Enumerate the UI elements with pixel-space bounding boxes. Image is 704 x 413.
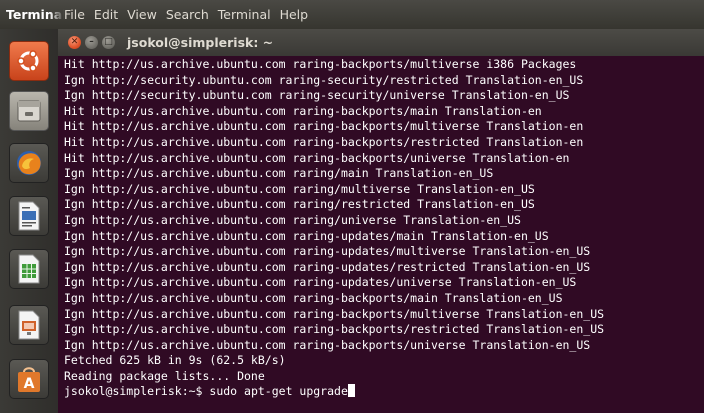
maximize-button[interactable]: □ (102, 36, 115, 49)
close-button[interactable]: ✕ (68, 36, 81, 49)
launcher-software-center[interactable]: A (9, 359, 49, 399)
terminal-line: Ign http://us.archive.ubuntu.com raring-… (64, 337, 591, 352)
terminal-line: Fetched 625 kB in 9s (62.5 kB/s) (64, 353, 286, 368)
desktop: Terminal File Edit View Search Terminal … (0, 0, 704, 413)
impress-icon (18, 310, 40, 340)
menu-file[interactable]: File (64, 7, 85, 22)
launcher-calc[interactable] (9, 249, 49, 289)
terminal-line: Hit http://us.archive.ubuntu.com raring-… (64, 103, 542, 118)
app-name: Terminal (6, 7, 64, 22)
launcher-writer[interactable] (9, 196, 49, 236)
menu-help[interactable]: Help (280, 7, 309, 22)
terminal-line: Hit http://us.archive.ubuntu.com raring-… (64, 134, 584, 149)
terminal-line: Hit http://us.archive.ubuntu.com raring-… (64, 150, 570, 165)
launcher-firefox[interactable] (9, 143, 49, 183)
window-titlebar[interactable]: ✕ – □ jsokol@simplerisk: ~ (58, 29, 704, 56)
shell-prompt: jsokol@simplerisk:~$ (64, 384, 210, 399)
command-input[interactable]: sudo apt-get upgrade (209, 384, 347, 398)
terminal-line: Ign http://us.archive.ubuntu.com raring-… (64, 306, 605, 321)
terminal-line: Ign http://us.archive.ubuntu.com raring-… (64, 228, 549, 243)
writer-icon (18, 201, 40, 231)
menu-terminal[interactable]: Terminal (218, 7, 271, 22)
prompt-line[interactable]: jsokol@simplerisk:~$ sudo apt-get upgrad… (64, 384, 704, 400)
terminal-line: Hit http://us.archive.ubuntu.com raring-… (64, 57, 577, 71)
terminal-line: Ign http://security.ubuntu.com raring-se… (64, 72, 584, 87)
terminal-line: Ign http://us.archive.ubuntu.com raring/… (64, 197, 535, 212)
terminal-line: Reading package lists... Done (64, 368, 265, 383)
terminal-line: Ign http://security.ubuntu.com raring-se… (64, 88, 570, 103)
terminal-line: Ign http://us.archive.ubuntu.com raring/… (64, 166, 494, 181)
launcher-files[interactable] (9, 91, 49, 131)
terminal-line: Ign http://us.archive.ubuntu.com raring-… (64, 244, 591, 259)
terminal-window[interactable]: ✕ – □ jsokol@simplerisk: ~ Hit http://us… (58, 29, 704, 413)
ubuntu-dash-icon (17, 50, 39, 72)
window-title: jsokol@simplerisk: ~ (127, 35, 274, 50)
terminal-line: Ign http://us.archive.ubuntu.com raring-… (64, 322, 605, 337)
calc-icon (18, 254, 40, 284)
terminal-line: Ign http://us.archive.ubuntu.com raring-… (64, 259, 591, 274)
menu-search[interactable]: Search (166, 7, 209, 22)
launcher-impress[interactable] (9, 305, 49, 345)
software-center-icon: A (18, 367, 40, 392)
top-menubar: Terminal File Edit View Search Terminal … (0, 0, 704, 29)
svg-text:A: A (24, 376, 35, 392)
terminal-line: Ign http://us.archive.ubuntu.com raring-… (64, 290, 563, 305)
firefox-icon (17, 151, 41, 175)
terminal-line: Hit http://us.archive.ubuntu.com raring-… (64, 119, 584, 134)
terminal-output[interactable]: Hit http://us.archive.ubuntu.com raring-… (64, 57, 704, 413)
launcher-dash[interactable] (9, 41, 49, 81)
menu-view[interactable]: View (127, 7, 157, 22)
menu-edit[interactable]: Edit (94, 7, 118, 22)
terminal-line: Ign http://us.archive.ubuntu.com raring/… (64, 181, 535, 196)
terminal-line: Ign http://us.archive.ubuntu.com raring-… (64, 275, 577, 290)
close-icon: ✕ (70, 37, 79, 47)
files-icon (17, 100, 41, 122)
maximize-icon: □ (104, 37, 113, 47)
text-cursor (347, 384, 355, 398)
terminal-line: Ign http://us.archive.ubuntu.com raring/… (64, 212, 521, 227)
minimize-button[interactable]: – (85, 36, 98, 49)
launcher: A (0, 29, 59, 413)
minimize-icon: – (89, 37, 94, 47)
